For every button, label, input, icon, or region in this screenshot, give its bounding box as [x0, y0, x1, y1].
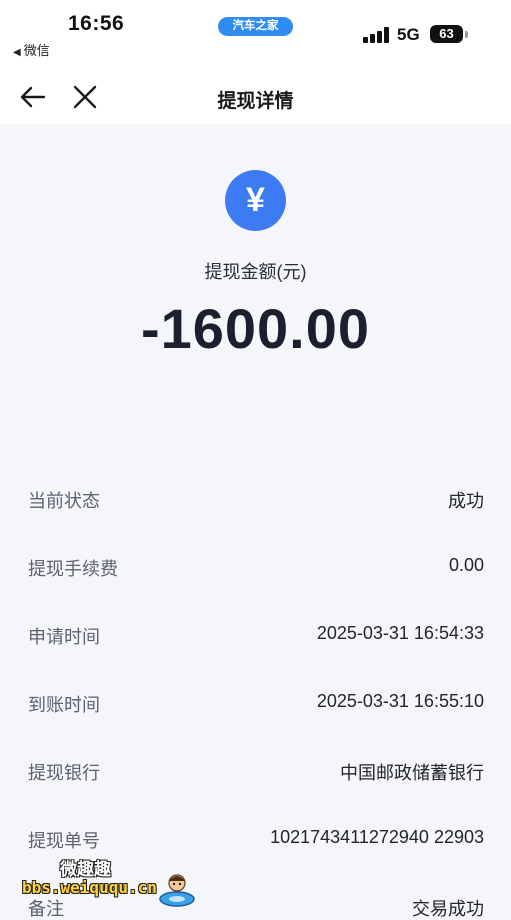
detail-key: 提现手续费 — [28, 559, 118, 579]
watermark-title: 微趣趣 — [60, 860, 111, 879]
detail-value: 2025-03-31 16:55:10 — [316, 691, 484, 711]
detail-row-status: 当前状态 成功 — [28, 483, 484, 513]
detail-value: 成功 — [448, 491, 484, 511]
detail-value: 交易成功 — [412, 899, 484, 919]
detail-row-arrival-time: 到账时间 2025-03-31 16:55:10 — [28, 687, 484, 717]
detail-row-fee: 提现手续费 0.00 — [28, 551, 484, 581]
nav-bar: 提现详情 — [0, 70, 511, 124]
app-pill: 汽车之家 — [218, 17, 293, 36]
detail-value: 0.00 — [448, 555, 484, 575]
amount-value: -1600.00 — [140, 297, 371, 360]
battery-cap — [465, 31, 468, 38]
network-type: 5G — [397, 25, 420, 44]
detail-row-order-number: 提现单号 1021743411272940 22903 — [28, 823, 484, 853]
back-triangle-icon: ◀ — [13, 47, 21, 58]
watermark-url: bbs.weiququ.cn — [22, 878, 157, 897]
detail-row-bank: 提现银行 中国邮政储蓄银行 — [28, 755, 484, 785]
back-app-label: 微信 — [23, 43, 50, 58]
detail-key: 申请时间 — [28, 627, 100, 647]
signal-icon — [363, 27, 389, 43]
detail-key: 到账时间 — [28, 695, 100, 715]
status-time: 16:56 — [68, 12, 125, 35]
amount-label: 提现金额(元) — [204, 262, 307, 282]
battery-icon: 63 — [430, 25, 463, 43]
page-title: 提现详情 — [217, 91, 294, 112]
watermark-mascot-icon — [159, 874, 195, 907]
detail-key: 当前状态 — [28, 491, 100, 511]
detail-key: 提现银行 — [28, 763, 100, 783]
detail-row-apply-time: 申请时间 2025-03-31 16:54:33 — [28, 619, 484, 649]
withdrawal-detail-page: 16:56 ◀ 微信 汽车之家 5G 63 提现详情 ¥ 提现金额(元) -16… — [0, 0, 511, 920]
detail-value: 1021743411272940 22903 — [270, 827, 484, 847]
detail-value: 中国邮政储蓄银行 — [340, 763, 484, 783]
yen-icon: ¥ — [225, 170, 286, 231]
watermark: 微趣趣 bbs.weiququ.cn — [20, 855, 205, 910]
status-bar: 16:56 ◀ 微信 汽车之家 5G 63 — [0, 0, 511, 70]
back-to-app-link[interactable]: ◀ 微信 — [13, 40, 50, 59]
detail-key: 提现单号 — [28, 831, 100, 851]
detail-value: 2025-03-31 16:54:33 — [316, 623, 484, 643]
